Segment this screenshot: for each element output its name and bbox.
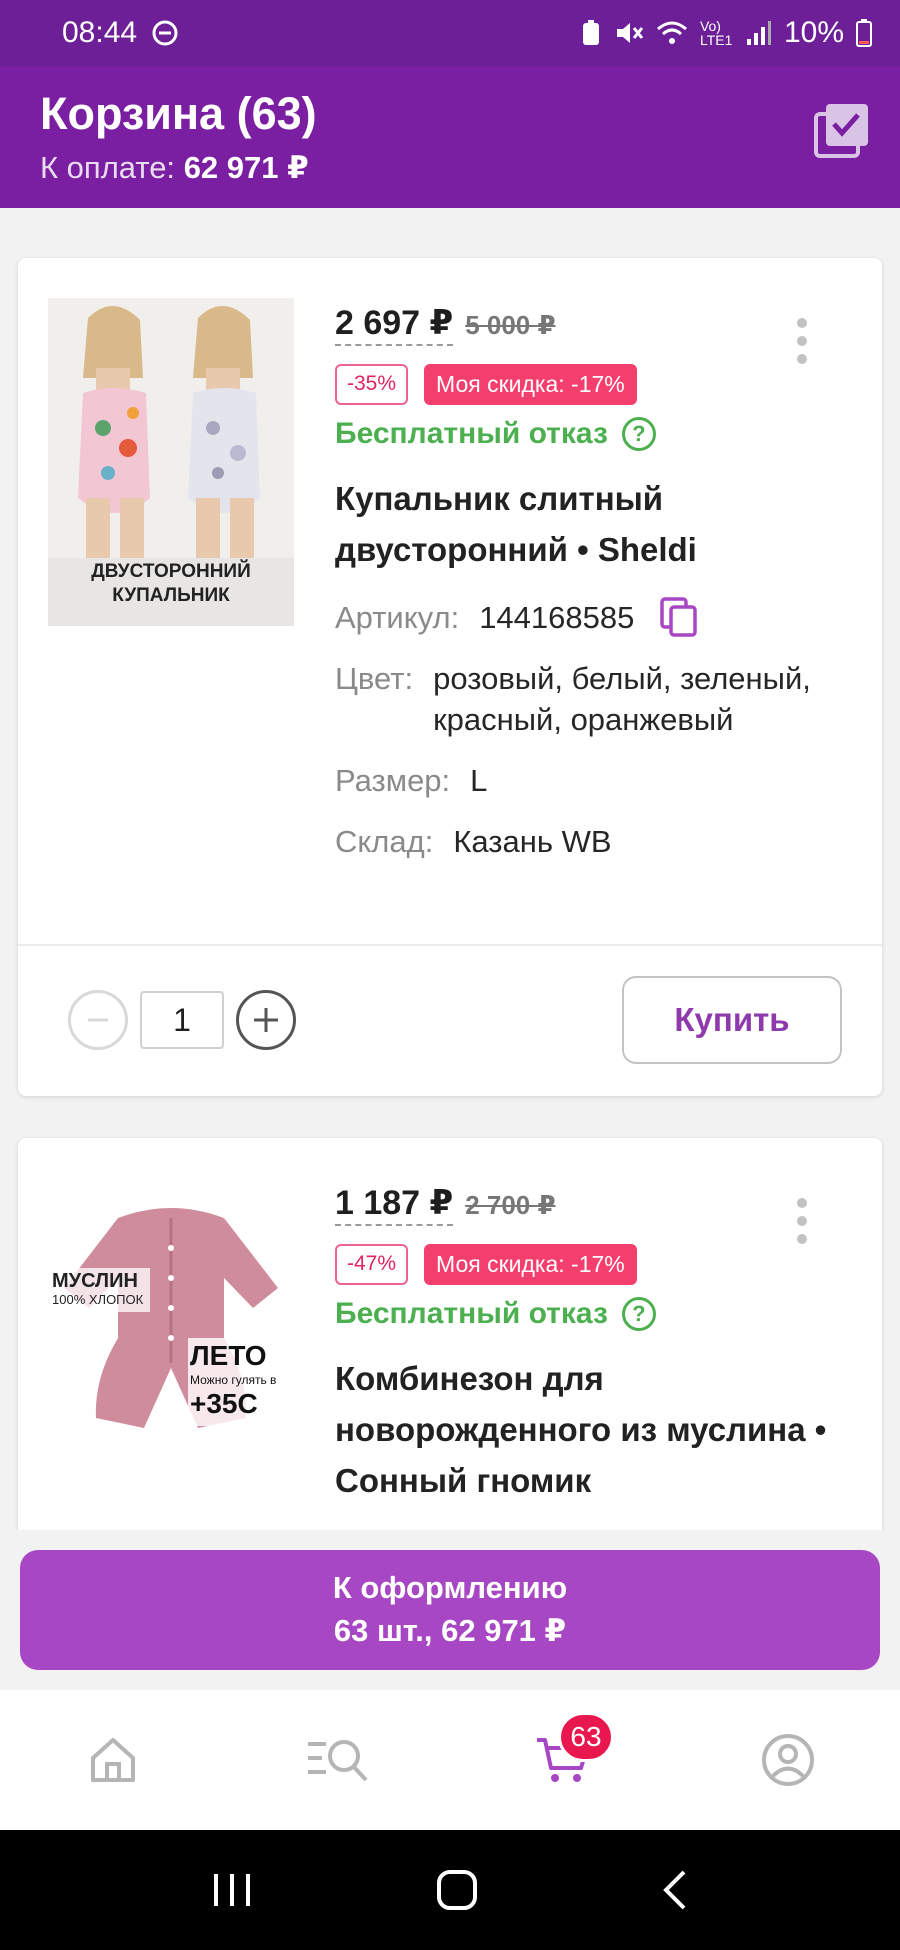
checkout-button[interactable]: К оформлению 63 шт., 62 971 ₽ [20,1550,880,1670]
increase-quantity-button[interactable] [236,990,296,1050]
article-value: 144168585 [479,600,635,635]
battery-saver-icon [582,20,599,45]
product-old-price: 2 700 ₽ [465,1190,556,1220]
product-old-price: 5 000 ₽ [465,310,556,340]
product-info: 1 187 ₽ 2 700 ₽ -47% Моя скидка: -17% Бе… [335,1182,852,1506]
network-label: Vo) LTE1 [699,18,733,48]
recent-apps-icon[interactable] [210,1870,254,1910]
copy-icon[interactable] [660,597,698,637]
size-label: Размер: [335,763,451,798]
catalog-search-icon [307,1740,367,1782]
signal-icon [746,21,771,45]
nav-profile[interactable] [675,1690,900,1830]
checkout-label: К оформлению [332,1570,568,1605]
checkout-summary: 63 шт., 62 971 ₽ [333,1613,567,1648]
image-tag-muslin: МУСЛИН [52,1270,138,1292]
romper-image [48,1178,294,1478]
my-discount-badge: Моя скидка: -17% [424,1244,637,1285]
cart-item: ДВУСТОРОННИЙ КУПАЛЬНИК 2 697 ₽ 5 000 ₽ -… [18,258,882,1096]
wifi-icon [656,21,687,44]
status-time: 08:44 [62,16,138,49]
color-value: розовый, белый, зеленый, красный, оранже… [433,661,811,737]
decrease-quantity-button[interactable] [68,990,128,1050]
payment-total-label: К оплате: [40,150,176,185]
product-image[interactable]: ДВУСТОРОННИЙ КУПАЛЬНИК [48,298,294,626]
mute-icon [616,23,644,43]
free-return[interactable]: Бесплатный отказ ? [335,1297,852,1331]
discount-badge: -35% [335,364,409,405]
size-row: Размер: L [335,760,852,801]
article-row: Артикул: 144168585 [335,597,852,638]
warehouse-row: Склад: Казань WB [335,821,852,862]
free-return[interactable]: Бесплатный отказ ? [335,417,852,451]
article-label: Артикул: [335,600,460,635]
cart-count-badge: 63 [558,1712,614,1762]
system-navigation-bar [0,1830,900,1950]
image-caption-line1: ДВУСТОРОННИЙ [91,561,251,582]
product-name[interactable]: Купальник слитный двусторонний • Sheldi [335,473,852,575]
plus-icon [254,1008,278,1032]
select-all-icon[interactable] [814,102,870,158]
image-tag-cotton: 100% ХЛОПОК [52,1292,144,1307]
nav-catalog[interactable] [225,1690,450,1830]
product-image[interactable]: МУСЛИН 100% ХЛОПОК ЛЕТО Можно гулять в +… [48,1178,294,1478]
quantity-input[interactable]: 1 [140,991,224,1049]
product-info: 2 697 ₽ 5 000 ₽ -35% Моя скидка: -17% Бе… [335,302,852,882]
cart-header: Корзина (63) К оплате: 62 971 ₽ [0,66,900,208]
image-tag-summer: ЛЕТО [190,1340,267,1371]
warehouse-label: Склад: [335,824,434,859]
battery-icon [856,19,872,47]
free-return-label: Бесплатный отказ [335,1297,608,1330]
my-discount-badge: Моя скидка: -17% [424,364,637,405]
color-row: Цвет: розовый, белый, зеленый, красный, … [335,658,852,740]
buy-button[interactable]: Купить [622,976,842,1064]
size-value: L [470,763,488,798]
warehouse-value: Казань WB [453,824,612,859]
product-price[interactable]: 1 187 ₽ [335,1182,454,1226]
color-label: Цвет: [335,661,414,696]
page-title: Корзина (63) [40,88,317,139]
battery-level: 10% [783,16,844,49]
home-button-icon[interactable] [435,1868,479,1912]
profile-icon [761,1734,814,1786]
minus-icon [88,1018,108,1022]
home-icon [90,1738,135,1782]
help-icon[interactable]: ? [621,417,656,451]
bottom-navigation: 63 [0,1690,900,1830]
card-divider [18,944,882,946]
cart-item: МУСЛИН 100% ХЛОПОК ЛЕТО Можно гулять в +… [18,1138,882,1598]
nav-cart[interactable] [450,1690,675,1830]
do-not-disturb-icon [152,20,178,46]
quantity-stepper: 1 [68,990,296,1050]
image-tag-walk: Можно гулять в [190,1373,277,1387]
checkout-area: К оформлению 63 шт., 62 971 ₽ [0,1530,900,1690]
status-bar: 08:44 Vo) LTE1 10% [0,0,900,66]
back-icon[interactable] [660,1868,690,1912]
image-caption-line2: КУПАЛЬНИК [112,585,230,606]
image-tag-temperature: +35С [190,1388,258,1419]
payment-total: К оплате: 62 971 ₽ [40,150,900,186]
help-icon[interactable]: ? [621,1297,656,1331]
product-name[interactable]: Комбинезон для новорожденного из муслина… [335,1353,852,1506]
product-price[interactable]: 2 697 ₽ [335,302,454,346]
payment-total-amount: 62 971 ₽ [183,150,309,185]
discount-badge: -47% [335,1244,409,1285]
free-return-label: Бесплатный отказ [335,417,608,450]
nav-home[interactable] [0,1690,225,1830]
